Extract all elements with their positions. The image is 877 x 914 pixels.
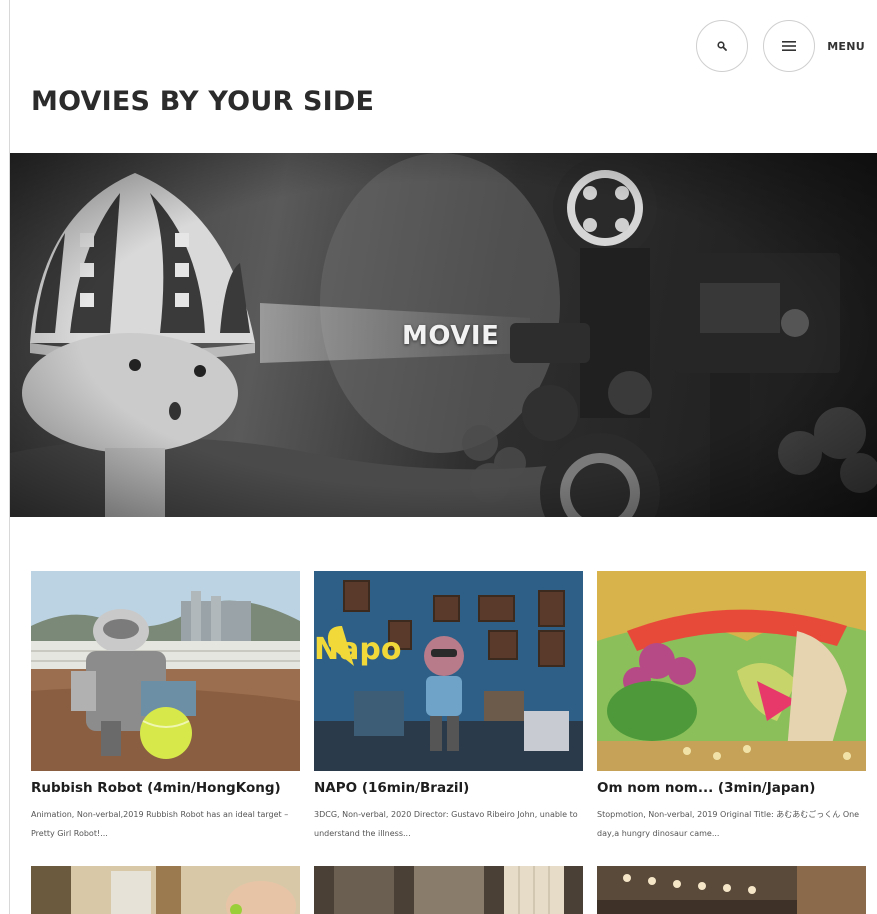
movie-title[interactable]: Rubbish Robot (4min/HongKong) — [31, 780, 300, 796]
movie-description: 3DCG, Non-verbal, 2020 Director: Gustavo… — [314, 810, 578, 838]
movie-description: Animation, Non-verbal,2019 Rubbish Robot… — [31, 810, 289, 838]
movie-card-rubbish-robot[interactable]: Rubbish Robot (4min/HongKong) Animation,… — [31, 571, 300, 843]
rubbish-robot-image — [31, 571, 300, 771]
om-nom-nom-image — [597, 571, 866, 771]
movie-description: Stopmotion, Non-verbal, 2019 Original Ti… — [597, 810, 860, 838]
movie-card-partial[interactable] — [314, 866, 583, 914]
menu-button[interactable] — [763, 20, 816, 72]
hero-title: MOVIE — [402, 321, 500, 351]
movie-title[interactable]: Om nom nom... (3min/Japan) — [597, 780, 866, 796]
search-button[interactable] — [696, 20, 749, 72]
napo-image: Napo — [314, 571, 583, 771]
movie-card-partial[interactable] — [31, 866, 300, 914]
movie-title[interactable]: NAPO (16min/Brazil) — [314, 780, 583, 796]
movie-thumbnail[interactable] — [31, 571, 300, 771]
movie-card-partial[interactable] — [597, 866, 866, 914]
hero-banner[interactable]: MOVIE — [10, 153, 877, 517]
movie-thumbnail-image — [597, 866, 866, 914]
search-icon — [717, 41, 728, 51]
movie-card-om-nom-nom[interactable]: Om nom nom... (3min/Japan) Stopmotion, N… — [597, 571, 866, 843]
page-title: MOVIES BY YOUR SIDE — [31, 86, 375, 117]
hamburger-icon — [782, 41, 797, 51]
header-actions: MENU — [696, 20, 865, 72]
movie-card-napo[interactable]: Napo NAPO (16min/Brazil) 3DCG, Non-verba… — [314, 571, 583, 843]
napo-poster-text: Napo — [314, 632, 401, 667]
movie-thumbnail-image — [314, 866, 583, 914]
movie-thumbnail[interactable]: Napo — [314, 571, 583, 771]
menu-label[interactable]: MENU — [827, 40, 865, 53]
movie-thumbnail[interactable] — [597, 571, 866, 771]
movie-thumbnail-image — [31, 866, 300, 914]
